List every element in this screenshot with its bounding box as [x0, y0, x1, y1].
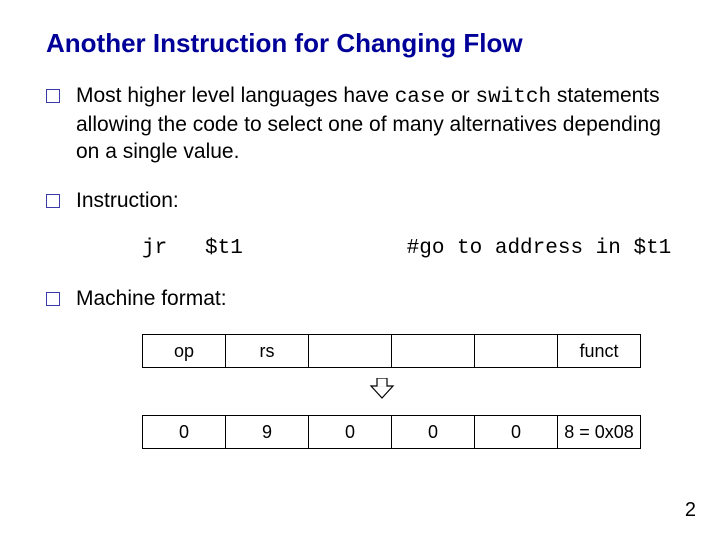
bullet-3-text: Machine format: [76, 286, 674, 313]
field-rs: rs [226, 335, 309, 368]
bullet-1: Most higher level languages have case or… [46, 83, 674, 166]
bullet-1-text: Most higher level languages have case or… [76, 83, 674, 166]
field-op: op [143, 335, 226, 368]
slide-title: Another Instruction for Changing Flow [46, 28, 674, 59]
bullet-1-part1: Most higher level languages have [76, 84, 395, 107]
bullet-3: Machine format: [46, 286, 674, 313]
value-c4: 0 [475, 416, 558, 449]
machine-format-values-table: 0 9 0 0 0 8 = 0x08 [142, 415, 641, 449]
bullet-1-code1: case [395, 86, 445, 109]
value-rs: 9 [226, 416, 309, 449]
bullet-1-code2: switch [475, 86, 551, 109]
field-empty-2 [392, 335, 475, 368]
machine-format-fields-table: op rs funct [142, 334, 641, 368]
value-funct: 8 = 0x08 [558, 416, 641, 449]
down-arrow-icon [367, 378, 397, 405]
bullet-marker-icon [46, 194, 60, 208]
bullet-2-text: Instruction: [76, 188, 674, 215]
value-c2: 0 [309, 416, 392, 449]
bullet-marker-icon [46, 292, 60, 306]
value-op: 0 [143, 416, 226, 449]
field-funct: funct [558, 335, 641, 368]
value-c3: 0 [392, 416, 475, 449]
field-empty-3 [475, 335, 558, 368]
bullet-2: Instruction: [46, 188, 674, 215]
instruction-code-line: jr $t1 #go to address in $t1 [142, 237, 674, 260]
page-number: 2 [685, 499, 696, 522]
bullet-1-part2: or [445, 84, 475, 107]
field-empty-1 [309, 335, 392, 368]
bullet-marker-icon [46, 89, 60, 103]
